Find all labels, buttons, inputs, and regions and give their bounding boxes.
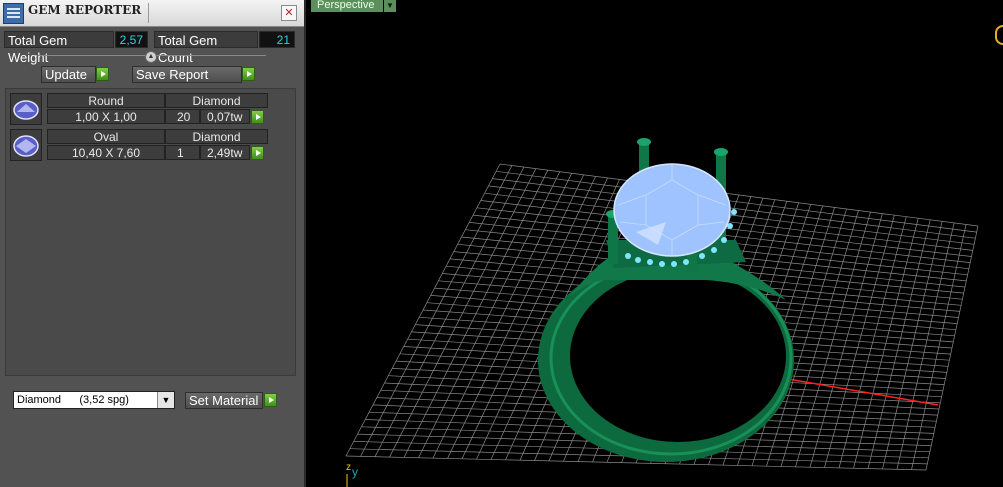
axis-z-label: z [346, 462, 351, 473]
close-icon[interactable]: ✕ [281, 5, 297, 21]
gem-select-play-icon[interactable] [251, 110, 264, 124]
grid-line [867, 219, 931, 469]
view-name-tab[interactable]: Perspective [311, 0, 383, 12]
gem-type: Diamond [165, 93, 268, 108]
splitter-icon[interactable]: ▲ [145, 51, 157, 63]
grid-line [882, 221, 943, 470]
axis-y-label: y [352, 465, 358, 479]
panel-title: GEM REPORTER [28, 3, 142, 17]
gem-row-oval[interactable]: Oval Diamond 10,40 X 7,60 1 2,49tw [10, 129, 268, 161]
grid-line [896, 222, 955, 470]
gem-thumbnail-icon [10, 129, 42, 161]
view-name-label: Perspective [317, 0, 375, 11]
dropdown-arrow-icon[interactable]: ▼ [157, 392, 174, 408]
gem-count: 1 [165, 145, 200, 160]
save-report-label: Save Report [136, 67, 209, 82]
save-report-button[interactable]: Save Report [132, 66, 242, 83]
gem-row-round[interactable]: Round Diamond 1,00 X 1,00 20 0,07tw [10, 93, 268, 125]
set-material-play-icon[interactable] [264, 393, 277, 407]
total-weight-label: Total Gem Weight [4, 31, 114, 65]
gem-size: 10,40 X 7,60 [47, 145, 165, 160]
gem-count: 20 [165, 109, 200, 124]
grid-line [925, 225, 979, 471]
total-count-label: Total Gem Count [154, 31, 258, 65]
gem-list: Round Diamond 1,00 X 1,00 20 0,07tw Oval… [5, 88, 296, 376]
gem-weight: 2,49tw [200, 145, 250, 160]
gem-select-play-icon[interactable] [251, 146, 264, 160]
total-count-value: 21 [259, 31, 295, 48]
title-divider [148, 3, 149, 23]
set-material-button[interactable]: Set Material [185, 392, 263, 409]
material-select[interactable]: Diamond (3,52 spg) ▼ [13, 391, 175, 409]
total-weight-value: 2,57 [115, 31, 148, 48]
gem-reporter-panel: GEM REPORTER ✕ Total Gem Weight 2,57 Tot… [0, 0, 306, 487]
gem-type: Diamond [165, 129, 268, 144]
grid-line [853, 218, 919, 469]
set-material-label: Set Material [189, 393, 259, 408]
gem-size: 1,00 X 1,00 [47, 109, 165, 124]
gem-thumbnail-icon [10, 93, 42, 125]
view-dropdown-icon[interactable]: ▼ [384, 0, 396, 12]
ring-scene: z y [345, 138, 979, 487]
save-report-play-icon[interactable] [242, 67, 255, 81]
orbit-icon[interactable] [995, 25, 1003, 45]
gem-shape: Oval [47, 129, 165, 144]
app-icon [3, 3, 24, 24]
gem-weight: 0,07tw [200, 109, 250, 124]
panel-titlebar: GEM REPORTER ✕ [0, 0, 304, 27]
ring-model [538, 138, 794, 462]
3d-viewport[interactable]: z y [306, 0, 1003, 487]
material-value: Diamond (3,52 spg) [17, 394, 129, 406]
update-play-icon[interactable] [96, 67, 109, 81]
update-label: Update [45, 67, 87, 82]
gem-shape: Round [47, 93, 165, 108]
update-button[interactable]: Update [41, 66, 96, 83]
